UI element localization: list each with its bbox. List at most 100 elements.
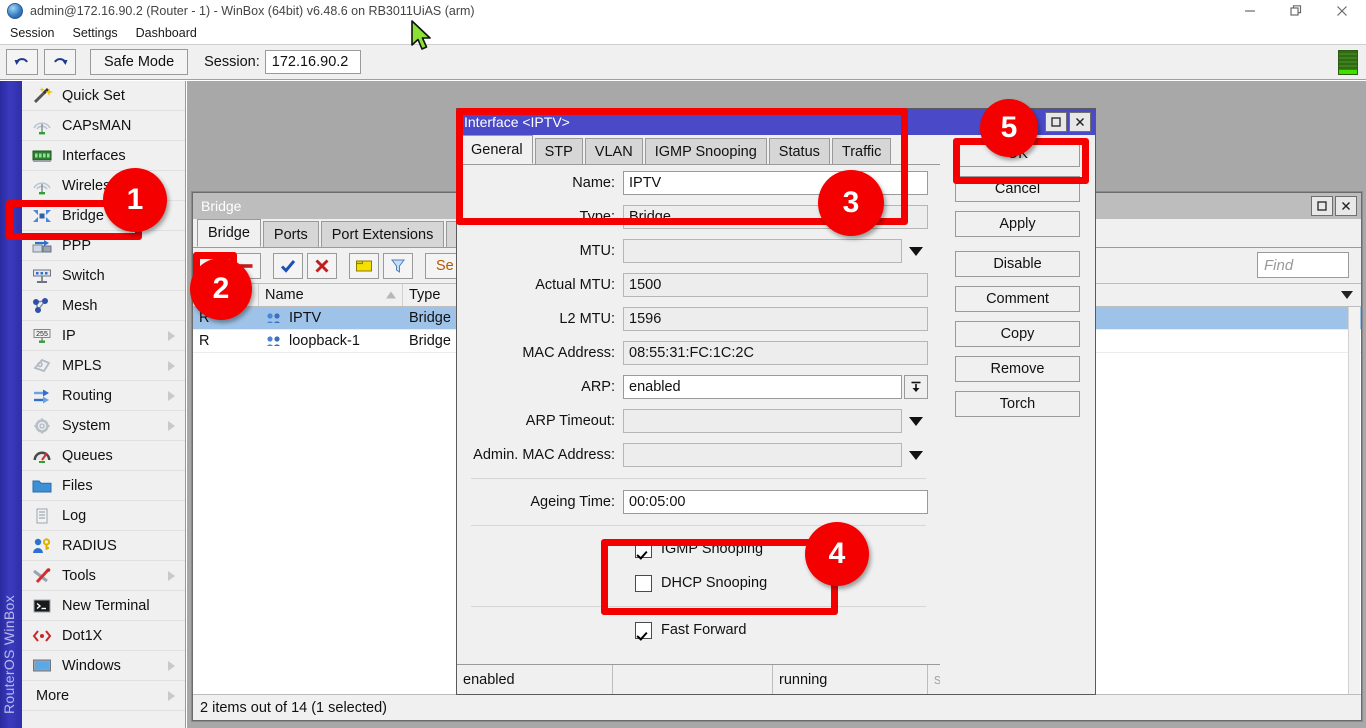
- dialog-arp-field[interactable]: enabled: [623, 375, 902, 399]
- close-icon[interactable]: [1069, 112, 1091, 132]
- sidebar-item-system[interactable]: System: [22, 411, 185, 441]
- checkbox-row-dhcp-snooping[interactable]: DHCP Snooping: [457, 566, 940, 600]
- dialog-copy-button[interactable]: Copy: [955, 321, 1080, 347]
- dhcp-snooping-checkbox[interactable]: [635, 575, 652, 592]
- sidebar-item-log[interactable]: Log: [22, 501, 185, 531]
- tab-stp[interactable]: STP: [535, 138, 583, 164]
- tab-bridge[interactable]: Bridge: [197, 219, 261, 247]
- bridge-comment-button[interactable]: [349, 253, 379, 279]
- dialog-apply-button[interactable]: Apply: [955, 211, 1080, 237]
- dialog-type-field: Bridge: [623, 205, 928, 229]
- app-logo-icon: [7, 3, 23, 19]
- sidebar-item-routing[interactable]: Routing: [22, 381, 185, 411]
- bridge-enable-button[interactable]: [273, 253, 303, 279]
- field-control: enabled: [623, 375, 928, 399]
- vertical-scrollbar[interactable]: [1348, 307, 1360, 694]
- undo-icon[interactable]: [6, 49, 38, 75]
- close-icon[interactable]: [1335, 196, 1357, 216]
- sidebar-item-ppp[interactable]: PPP: [22, 231, 185, 261]
- sidebar-item-interfaces[interactable]: Interfaces: [22, 141, 185, 171]
- sidebar-item-ip[interactable]: 255 IP: [22, 321, 185, 351]
- sidebar-item-dot1x[interactable]: Dot1X: [22, 621, 185, 651]
- dialog-admin-mac-field[interactable]: [623, 443, 902, 467]
- menu-session[interactable]: Session: [2, 26, 62, 40]
- sidebar-item-radius[interactable]: RADIUS: [22, 531, 185, 561]
- tab-vlan[interactable]: VLAN: [585, 138, 643, 164]
- tab-general[interactable]: General: [461, 135, 533, 164]
- sidebar-item-wireless[interactable]: Wireless: [22, 171, 185, 201]
- sidebar-item-files[interactable]: Files: [22, 471, 185, 501]
- dialog-ok-button[interactable]: OK: [955, 141, 1080, 167]
- sidebar-item-new-terminal[interactable]: New Terminal: [22, 591, 185, 621]
- bridge-disable-button[interactable]: [307, 253, 337, 279]
- maximize-icon[interactable]: [1273, 0, 1319, 22]
- sidebar-menu-list: Quick Set CAPsMAN: [22, 81, 185, 728]
- sidebar-brand-strip: RouterOS WinBox: [0, 81, 22, 728]
- column-header-flag[interactable]: [193, 284, 259, 306]
- sidebar-item-quick-set[interactable]: Quick Set: [22, 81, 185, 111]
- bridge-remove-button[interactable]: [231, 253, 261, 279]
- session-label: Session:: [204, 54, 260, 70]
- row-name: loopback-1: [259, 330, 403, 352]
- bridge-window-title: Bridge: [201, 198, 241, 214]
- checkbox-row-igmp-snooping[interactable]: IGMP Snooping: [457, 532, 940, 566]
- row-name: IPTV: [259, 307, 403, 329]
- sidebar-item-label: Windows: [62, 658, 121, 674]
- sidebar-item-windows[interactable]: Windows: [22, 651, 185, 681]
- dialog-mtu-field[interactable]: [623, 239, 902, 263]
- tab-igmp-snooping[interactable]: IGMP Snooping: [645, 138, 767, 164]
- dialog-remove-button[interactable]: Remove: [955, 356, 1080, 382]
- sidebar-item-bridge[interactable]: Bridge: [22, 201, 185, 231]
- arp-dropdown-button[interactable]: [904, 375, 928, 399]
- tab-traffic[interactable]: Traffic: [832, 138, 891, 164]
- sidebar-item-tools[interactable]: Tools: [22, 561, 185, 591]
- chevron-down-icon[interactable]: [906, 445, 926, 465]
- form-divider: [471, 478, 926, 479]
- menu-settings[interactable]: Settings: [64, 26, 125, 40]
- main-toolbar: Safe Mode Session: 172.16.90.2: [0, 44, 1366, 80]
- window-titlebar: admin@172.16.90.2 (Router - 1) - WinBox …: [0, 0, 1366, 22]
- bridge-add-button[interactable]: [197, 253, 227, 279]
- sidebar-item-capsman[interactable]: CAPsMAN: [22, 111, 185, 141]
- sidebar-item-mesh[interactable]: Mesh: [22, 291, 185, 321]
- sidebar-item-more[interactable]: More: [22, 681, 185, 711]
- session-address-field[interactable]: 172.16.90.2: [265, 50, 361, 74]
- minimize-icon[interactable]: [1227, 0, 1273, 22]
- tab-port-extensions[interactable]: Port Extensions: [321, 221, 445, 247]
- sidebar-item-label: New Terminal: [62, 598, 150, 614]
- dialog-comment-button[interactable]: Comment: [955, 286, 1080, 312]
- safe-mode-button[interactable]: Safe Mode: [90, 49, 188, 75]
- bridge-filter-button[interactable]: [383, 253, 413, 279]
- dialog-disable-button[interactable]: Disable: [955, 251, 1080, 277]
- dialog-torch-button[interactable]: Torch: [955, 391, 1080, 417]
- sidebar-item-switch[interactable]: Switch: [22, 261, 185, 291]
- field-row-type: Type: Bridge: [457, 200, 940, 234]
- sidebar-item-mpls[interactable]: MPLS: [22, 351, 185, 381]
- chevron-down-icon[interactable]: [906, 411, 926, 431]
- bridge-find-input[interactable]: Find: [1257, 252, 1349, 278]
- checkbox-row-fast-forward[interactable]: Fast Forward: [457, 613, 940, 647]
- column-header-name[interactable]: Name: [259, 284, 403, 306]
- fast-forward-checkbox[interactable]: [635, 622, 652, 639]
- chevron-right-icon: [168, 361, 175, 371]
- dialog-arp-timeout-field[interactable]: [623, 409, 902, 433]
- chevron-down-icon[interactable]: [1341, 291, 1353, 299]
- dialog-ageing-time-field[interactable]: 00:05:00: [623, 490, 928, 514]
- tab-ports[interactable]: Ports: [263, 221, 319, 247]
- igmp-snooping-checkbox[interactable]: [635, 541, 652, 558]
- dialog-l2-mtu-field: 1596: [623, 307, 928, 331]
- field-label: MTU:: [457, 243, 623, 259]
- chevron-down-icon[interactable]: [906, 241, 926, 261]
- sort-ascending-icon: [386, 292, 396, 299]
- tab-status[interactable]: Status: [769, 138, 830, 164]
- menu-dashboard[interactable]: Dashboard: [128, 26, 205, 40]
- dialog-name-field[interactable]: IPTV: [623, 171, 928, 195]
- mpls-tag-icon: [30, 355, 54, 377]
- close-icon[interactable]: [1319, 0, 1365, 22]
- redo-icon[interactable]: [44, 49, 76, 75]
- restore-icon[interactable]: [1045, 112, 1067, 132]
- restore-icon[interactable]: [1311, 196, 1333, 216]
- sidebar-item-label: Routing: [62, 388, 112, 404]
- sidebar-item-queues[interactable]: Queues: [22, 441, 185, 471]
- dialog-cancel-button[interactable]: Cancel: [955, 176, 1080, 202]
